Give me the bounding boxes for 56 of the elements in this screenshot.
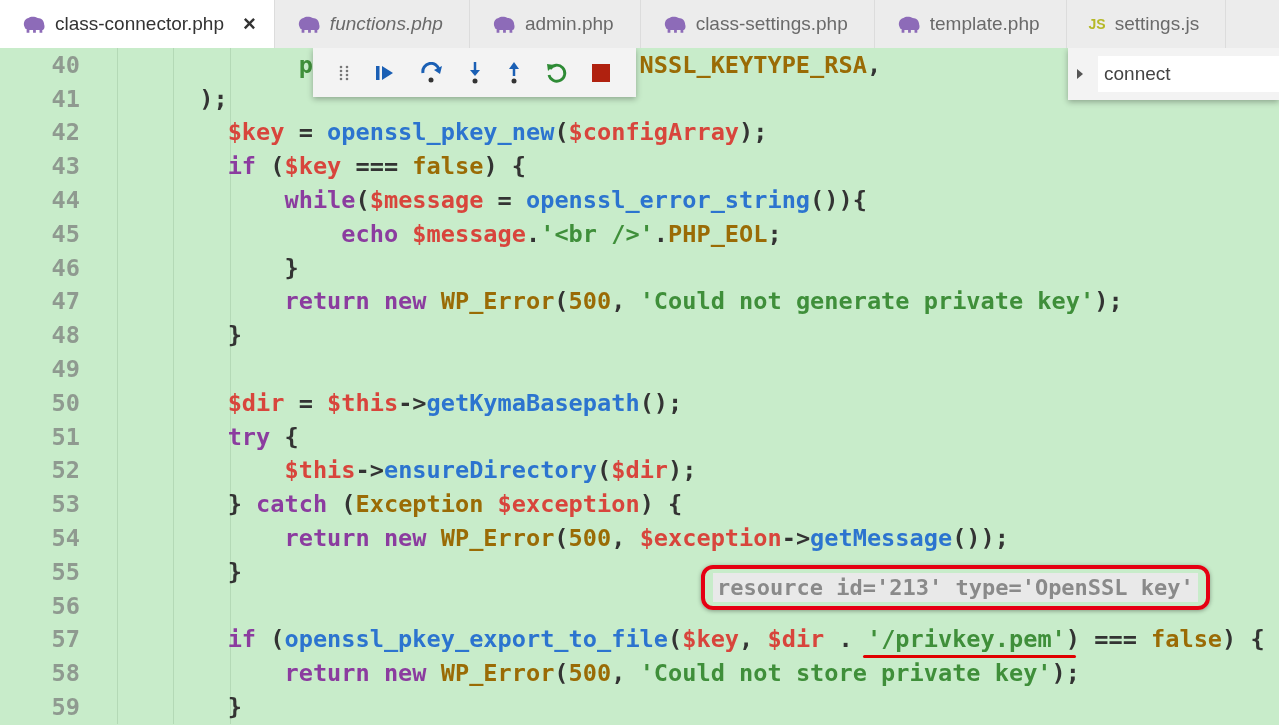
code-fragment: p (298, 50, 313, 79)
line-number: 57 (50, 625, 80, 654)
code-line: } catch (Exception $exception) { (227, 490, 683, 519)
elephant-icon (491, 14, 516, 34)
code-line: $dir = $this->getKymaBasepath(); (227, 388, 683, 417)
code-line: $key = openssl_pkey_new($configArray); (227, 118, 768, 147)
line-number: 55 (50, 557, 80, 586)
code-line: $this->ensureDirectory($dir); (284, 456, 697, 485)
js-file-icon: JS (1088, 16, 1106, 32)
step-over-icon[interactable] (420, 61, 445, 84)
line-number: 50 (50, 388, 80, 417)
code-line: try { (227, 422, 299, 451)
code-line: } (227, 693, 242, 722)
line-number: 58 (50, 659, 80, 688)
code-line: while($message = openssl_error_string()){ (284, 186, 867, 215)
code-line: } (227, 321, 242, 350)
elephant-icon (22, 14, 46, 34)
line-number: 48 (50, 321, 80, 350)
line-number: 49 (50, 355, 80, 384)
drag-handle-icon[interactable] (339, 64, 350, 81)
editor-tab[interactable]: class-connector.php × (0, 0, 275, 48)
line-number: 46 (50, 253, 80, 282)
code-line: } (227, 557, 242, 586)
line-number: 54 (50, 524, 80, 553)
code-line: return new WP_Error(500, $exception->getMessage()); (284, 524, 1009, 553)
code-line: return new WP_Error(500, 'Could not store private key'); (284, 659, 1080, 688)
elephant-icon (896, 14, 921, 34)
code-line: if ($key === false) { (227, 152, 526, 181)
code-line: return new WP_Error(500, 'Could not generate private key'); (284, 287, 1123, 316)
step-into-icon[interactable] (468, 60, 483, 85)
close-icon[interactable]: × (243, 11, 256, 37)
elephant-icon (662, 14, 687, 34)
line-number: 52 (50, 456, 80, 485)
caret-right-icon[interactable] (1076, 68, 1084, 80)
line-number: 45 (50, 219, 80, 248)
line-number: 59 (50, 693, 80, 722)
code-fragment: NSSL_KEYTYPE_RSA, (639, 50, 882, 79)
code-line: if (openssl_pkey_export_to_file($key, $dir . '/privkey.pem') === false) { (227, 625, 1265, 654)
line-number: 42 (50, 118, 80, 147)
line-number: 40 (50, 50, 80, 79)
line-number: 47 (50, 287, 80, 316)
line-number: 43 (50, 152, 80, 181)
restart-icon[interactable] (545, 61, 568, 84)
line-number: 41 (50, 84, 80, 113)
line-number: 53 (50, 490, 80, 519)
hover-tooltip: resource id='213' type='OpenSSL key' (713, 573, 1198, 602)
code-line: ); (199, 84, 228, 113)
code-line: } (284, 253, 299, 282)
stop-icon[interactable] (591, 63, 610, 82)
step-out-icon[interactable] (506, 60, 521, 85)
code-line: echo $message.'<br />'.PHP_EOL; (341, 219, 782, 248)
find-input[interactable]: connect (1098, 56, 1279, 92)
line-number: 44 (50, 186, 80, 215)
line-number: 56 (50, 591, 80, 620)
line-number: 51 (50, 422, 80, 451)
elephant-icon (296, 14, 321, 34)
